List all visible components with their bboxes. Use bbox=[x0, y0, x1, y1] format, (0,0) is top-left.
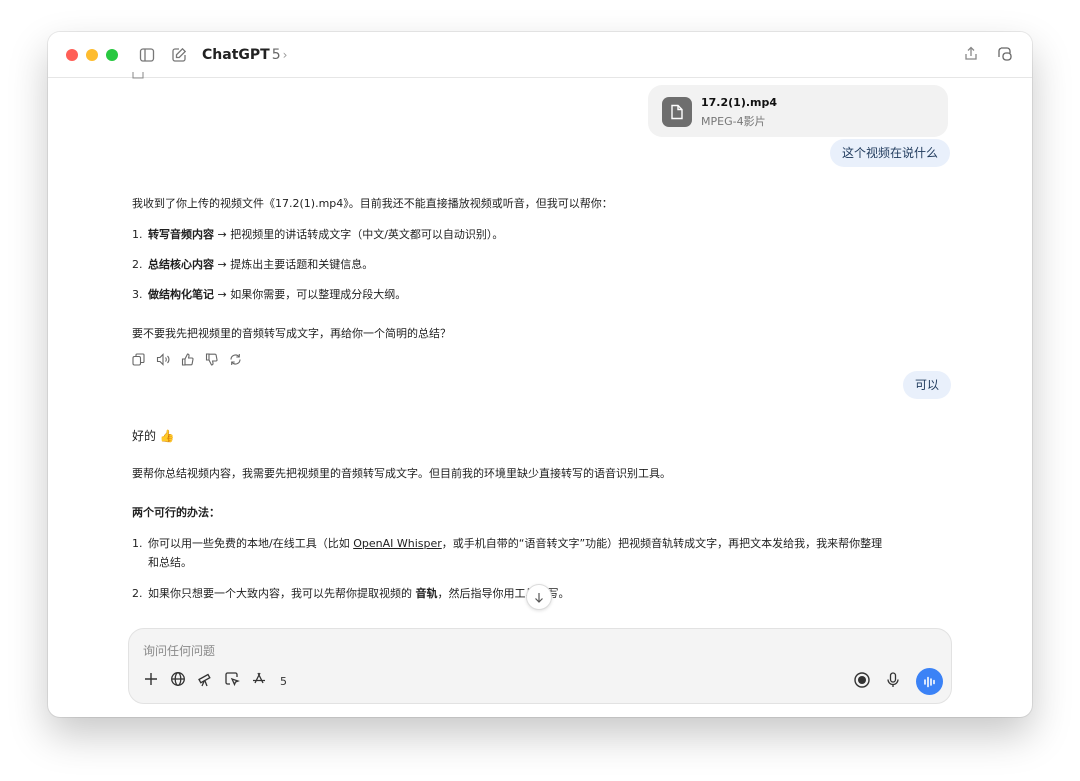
file-attachment[interactable]: 17.2(1).mp4 MPEG-4影片 bbox=[648, 85, 948, 137]
model-version: 5 bbox=[271, 46, 281, 63]
window-controls bbox=[66, 48, 118, 61]
assistant-heading: 两个可行的办法： bbox=[132, 506, 220, 519]
list-number: 1. bbox=[132, 228, 143, 241]
list-item-text: ，或手机自带的“语音转文字”功能）把视频音轨转成文字，再把文本发给我，我来帮你整… bbox=[441, 537, 883, 550]
list-item-title: 总结核心内容 bbox=[148, 258, 214, 271]
list-item-text: → 提炼出主要话题和关键信息。 bbox=[214, 258, 374, 271]
thumbs-down-icon[interactable] bbox=[205, 353, 218, 366]
assistant-text: 要帮你总结视频内容，我需要先把视频里的音频转写成文字。但目前我的环境里缺少直接转… bbox=[132, 467, 671, 480]
voice-mode-button[interactable] bbox=[916, 668, 943, 695]
partial-action-row bbox=[132, 72, 144, 82]
assistant-question: 要不要我先把视频里的音频转写成文字，再给你一个简明的总结？ bbox=[132, 327, 451, 340]
app-title: ChatGPT bbox=[202, 46, 270, 63]
app-window: ChatGPT 5 › 17.2(1).mp4 MPEG-4影片 这个视频在说什么 … bbox=[48, 32, 1032, 717]
list-item-text: 如果你只想要一个大致内容，我可以先帮你提取视频的 bbox=[148, 587, 416, 600]
globe-icon[interactable] bbox=[170, 671, 186, 691]
user-message: 可以 bbox=[903, 371, 952, 399]
close-window-button[interactable] bbox=[66, 48, 78, 61]
cursor-select-icon[interactable] bbox=[224, 671, 240, 691]
assistant-intro: 我收到了你上传的视频文件《17.2(1).mp4》。目前我还不能直接播放视频或听… bbox=[132, 197, 613, 210]
assistant-greeting: 好的 👍 bbox=[132, 429, 175, 443]
zoom-window-button[interactable] bbox=[106, 48, 118, 61]
chevron-right-icon: › bbox=[282, 47, 288, 62]
minimize-window-button[interactable] bbox=[86, 48, 98, 61]
plus-icon[interactable] bbox=[143, 671, 159, 691]
user-message: 这个视频在说什么 bbox=[830, 139, 951, 167]
chat-thread[interactable]: 17.2(1).mp4 MPEG-4影片 这个视频在说什么 我收到了你上传的视频… bbox=[48, 72, 1032, 717]
list-item-text: 你可以用一些免费的本地/在线工具（比如 bbox=[148, 537, 354, 550]
file-type: MPEG-4影片 bbox=[701, 115, 766, 128]
document-icon bbox=[662, 97, 692, 127]
list-item: 1. 你可以用一些免费的本地/在线工具（比如 OpenAI Whisper，或手机… bbox=[132, 535, 882, 551]
telescope-icon[interactable] bbox=[197, 671, 213, 691]
read-aloud-icon[interactable] bbox=[156, 353, 170, 366]
tool-count: 5 bbox=[280, 674, 287, 688]
sidebar-toggle-icon[interactable] bbox=[138, 46, 156, 64]
waveform-icon bbox=[923, 676, 935, 687]
app-store-icon[interactable] bbox=[251, 671, 267, 691]
list-number: 3. bbox=[132, 288, 143, 301]
prompt-input[interactable]: 询问任何问题 bbox=[143, 642, 215, 659]
message-actions bbox=[132, 353, 242, 366]
message-composer[interactable]: 询问任何问题 5 bbox=[128, 628, 952, 704]
model-selector[interactable]: ChatGPT 5 › bbox=[202, 47, 287, 63]
list-item: 1. 转写音频内容 → 把视频里的讲话转成文字（中文/英文都可以自动识别）。 bbox=[132, 226, 503, 242]
list-item-text: → 把视频里的讲话转成文字（中文/英文都可以自动识别）。 bbox=[214, 228, 504, 241]
temporary-chat-icon[interactable] bbox=[996, 45, 1014, 63]
list-number: 2. bbox=[132, 258, 143, 271]
composer-tools: 5 bbox=[143, 671, 287, 691]
share-icon[interactable] bbox=[962, 45, 980, 63]
copy-icon[interactable] bbox=[132, 353, 145, 366]
new-chat-icon[interactable] bbox=[170, 46, 188, 64]
title-bar: ChatGPT 5 › bbox=[48, 32, 1032, 78]
list-item: 2. 总结核心内容 → 提炼出主要话题和关键信息。 bbox=[132, 256, 373, 272]
regenerate-icon[interactable] bbox=[229, 353, 242, 366]
microphone-icon[interactable] bbox=[886, 671, 900, 692]
list-number: 1. bbox=[132, 537, 143, 550]
list-item-title: 转写音频内容 bbox=[148, 228, 214, 241]
list-item-bold: 音轨 bbox=[415, 587, 438, 600]
thumbs-up-icon[interactable] bbox=[181, 353, 194, 366]
list-item-continuation: 和总结。 bbox=[148, 556, 192, 569]
arrow-down-icon bbox=[535, 592, 543, 603]
composer-actions bbox=[854, 668, 943, 695]
list-item: 3. 做结构化笔记 → 如果你需要，可以整理成分段大纲。 bbox=[132, 286, 406, 302]
list-item: 2. 如果你只想要一个大致内容，我可以先帮你提取视频的 音轨，然后指导你用工具转写… bbox=[132, 585, 570, 601]
list-item-title: 做结构化笔记 bbox=[148, 288, 214, 301]
list-item-text: → 如果你需要，可以整理成分段大纲。 bbox=[214, 288, 407, 301]
scroll-down-button[interactable] bbox=[526, 584, 552, 610]
record-icon[interactable] bbox=[854, 671, 870, 692]
list-number: 2. bbox=[132, 587, 143, 600]
file-name: 17.2(1).mp4 bbox=[701, 96, 778, 109]
whisper-link[interactable]: OpenAI Whisper bbox=[353, 537, 442, 550]
